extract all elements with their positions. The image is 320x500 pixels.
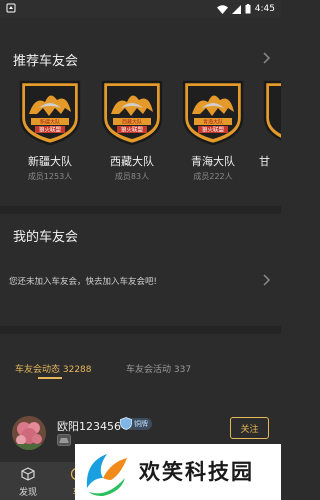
club-member-count: 成员1253人 xyxy=(27,172,73,181)
club-badge-icon xyxy=(263,80,281,141)
svg-text:青海大队: 青海大队 xyxy=(203,119,223,126)
svg-text:狼火联盟: 狼火联盟 xyxy=(121,126,144,134)
club-carousel[interactable]: 新疆大队 狼火联盟 新疆大队 成员1253人 西藏大队 狼火联盟 西藏大队 成员… xyxy=(0,78,281,183)
battery-icon xyxy=(245,4,251,14)
feed-tabs: 车友会动态 32288 车友会活动 337 xyxy=(0,334,281,379)
club-card[interactable]: 青海大队 狼火联盟 青海大队 成员222人 xyxy=(178,78,248,183)
watermark-text: 欢笑科技园 xyxy=(139,460,254,484)
recommended-clubs-section: 推荐车友会 新疆大队 狼火联盟 新疆大队 成员1253人 西藏大队 狼火联盟 西… xyxy=(0,36,281,206)
club-card[interactable]: 西藏大队 狼火联盟 西藏大队 成员83人 xyxy=(97,78,167,183)
shield-icon xyxy=(120,417,132,430)
club-badge-icon: 青海大队 狼火联盟 xyxy=(182,80,244,146)
club-badge-icon: 新疆大队 狼火联盟 xyxy=(19,80,81,146)
club-member-count: 成员222人 xyxy=(193,172,233,181)
post-username[interactable]: 欧阳123456 xyxy=(57,418,121,434)
car-icon xyxy=(57,434,71,446)
chevron-right-icon[interactable] xyxy=(261,273,271,287)
cube-icon xyxy=(21,467,35,481)
watermark: 欢笑科技园 xyxy=(75,444,281,500)
club-name: 甘 xyxy=(259,155,270,168)
club-name: 新疆大队 xyxy=(28,155,72,168)
status-time: 4:45 xyxy=(254,4,275,14)
level-badge: 铜牌 xyxy=(120,417,152,430)
club-card[interactable]: 新疆大队 狼火联盟 新疆大队 成员1253人 xyxy=(15,78,85,183)
chevron-right-icon[interactable] xyxy=(261,51,271,65)
svg-text:狼火联盟: 狼火联盟 xyxy=(202,126,225,134)
nav-item-discover[interactable]: 发现 xyxy=(0,462,56,500)
avatar-flower-image xyxy=(12,416,46,450)
recommended-clubs-title: 推荐车友会 xyxy=(13,54,79,69)
status-bar: 4:45 xyxy=(0,0,281,18)
nav-label: 发现 xyxy=(18,488,37,498)
my-clubs-title: 我的车友会 xyxy=(13,230,79,245)
active-tab-indicator xyxy=(38,377,62,379)
join-club-hint[interactable]: 您还未加入车友会，快去加入车友会吧! xyxy=(9,275,157,287)
my-clubs-section: 我的车友会 您还未加入车友会，快去加入车友会吧! xyxy=(0,214,281,326)
svg-text:狼火联盟: 狼火联盟 xyxy=(39,126,62,134)
club-member-count: 成员83人 xyxy=(114,172,150,181)
watermark-logo-icon xyxy=(86,454,127,496)
club-card[interactable]: 甘 xyxy=(259,78,281,183)
notification-icon xyxy=(6,3,16,13)
signal-icon xyxy=(231,4,241,14)
avatar[interactable] xyxy=(12,416,46,450)
club-name: 青海大队 xyxy=(191,155,235,168)
club-badge-icon: 西藏大队 狼火联盟 xyxy=(101,80,163,146)
section-divider xyxy=(0,206,281,214)
tab-club-posts[interactable]: 车友会动态 32288 xyxy=(15,362,92,375)
follow-button[interactable]: 关注 xyxy=(230,417,269,439)
wifi-icon xyxy=(216,4,228,14)
club-name: 西藏大队 xyxy=(110,155,154,168)
svg-text:西藏大队: 西藏大队 xyxy=(122,119,142,126)
section-divider xyxy=(0,326,281,334)
svg-text:新疆大队: 新疆大队 xyxy=(40,119,60,126)
tab-club-events[interactable]: 车友会活动 337 xyxy=(126,362,191,375)
